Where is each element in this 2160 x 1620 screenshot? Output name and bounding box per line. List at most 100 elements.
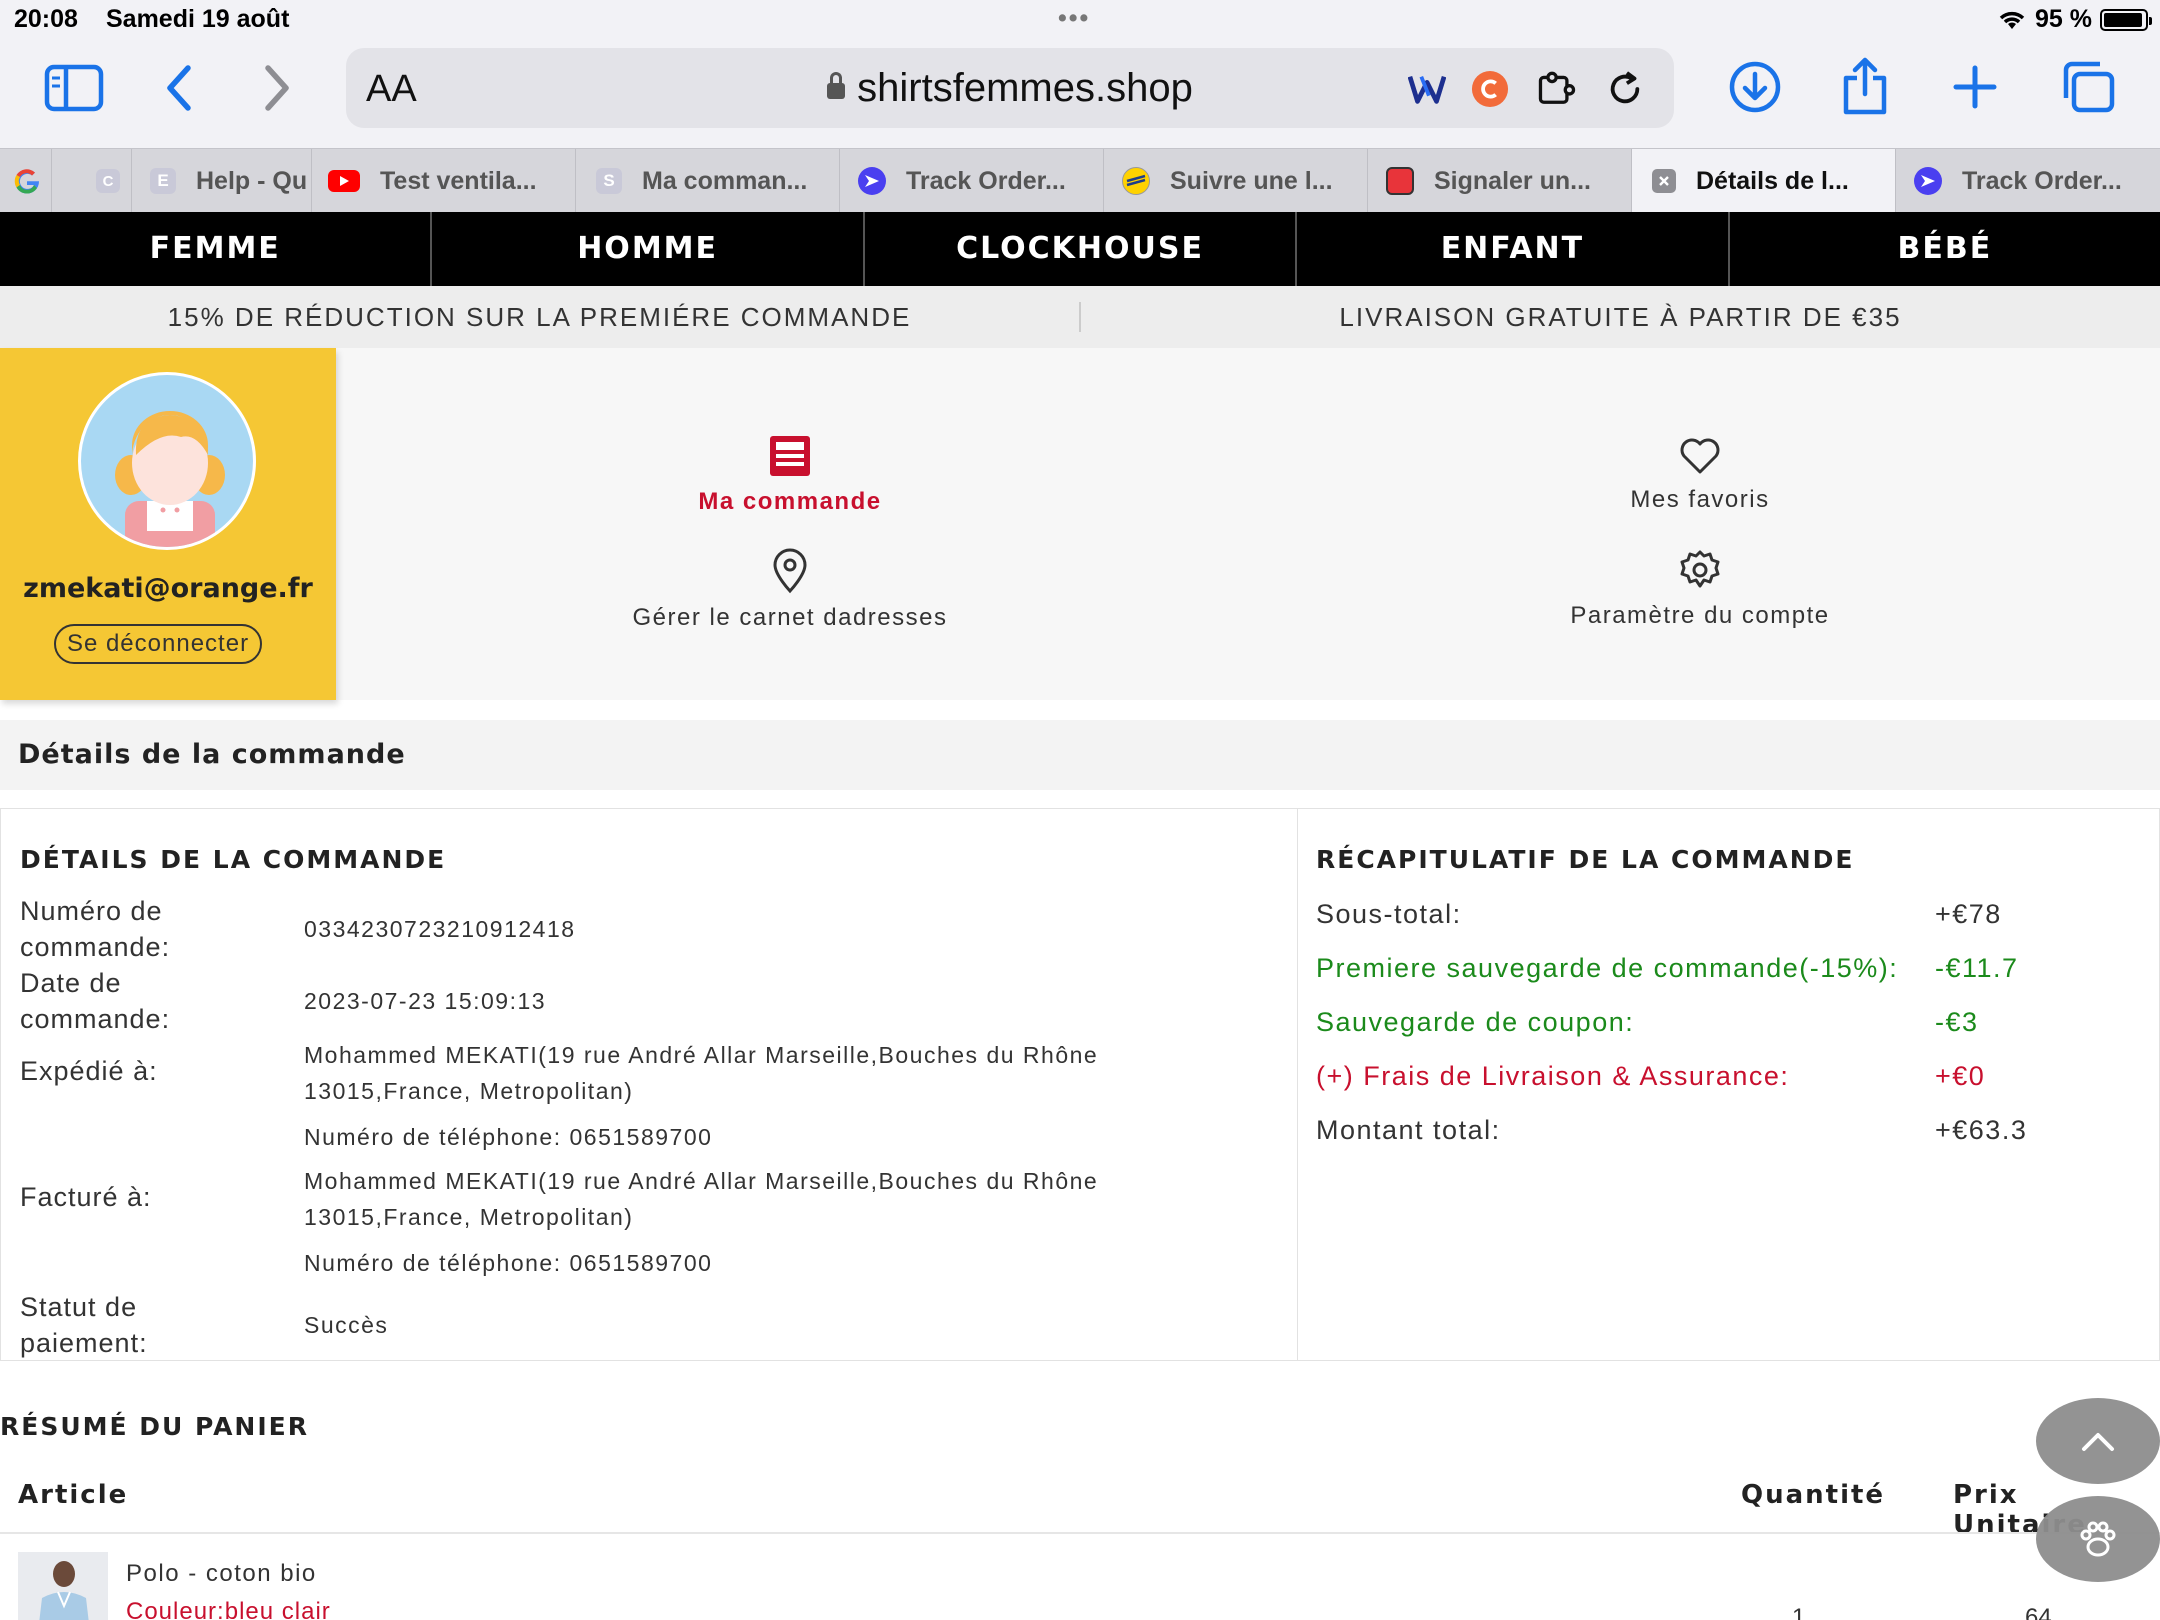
address-bar[interactable]: AA shirtsfemmes.shop (346, 48, 1674, 128)
menu-label: Paramètre du compte (1570, 602, 1830, 629)
download-icon[interactable] (1728, 60, 1782, 114)
menu-address-book[interactable]: Gérer le carnet dadresses (600, 548, 980, 632)
tab-track-order-2[interactable]: Track Order... (1896, 149, 2160, 213)
tab-c[interactable]: C (52, 149, 132, 213)
promo-shipping: LIVRAISON GRATUITE À PARTIR DE €35 (1339, 301, 1902, 332)
site-navigation: FEMME HOMME CLOCKHOUSE ENFANT BÉBÉ (0, 212, 2160, 286)
wifi-icon (1999, 11, 2025, 29)
summary-value: -€11.7 (1935, 953, 2019, 983)
tab-label: Suivre une l... (1170, 166, 1333, 195)
puzzle-extension-icon[interactable] (1538, 70, 1576, 108)
product-quantity: 1 (1792, 1604, 1806, 1620)
chevron-up-icon (2082, 1433, 2114, 1451)
tab-bar: C E Help - Qu Test ventila... S Ma comma… (0, 148, 2160, 213)
summary-value: +€78 (1935, 899, 2002, 929)
summary-label: Sauvegarde de coupon: (1316, 1007, 1635, 1037)
summary-label: Premiere sauvegarde de commande(-15%): (1316, 953, 1899, 983)
summary-label: (+) Frais de Livraison & Assurance: (1316, 1061, 1790, 1091)
tab-label: Track Order... (1962, 166, 2122, 195)
product-unit-price: 64 (2025, 1604, 2052, 1620)
menu-label: Gérer le carnet dadresses (632, 604, 948, 631)
w-extension-icon[interactable] (1408, 70, 1446, 108)
payment-status-label: Statut de paiement: (20, 1292, 148, 1358)
product-thumbnail[interactable] (18, 1552, 108, 1620)
product-name[interactable]: Polo - coton bio (126, 1560, 317, 1588)
close-icon[interactable] (1652, 169, 1676, 193)
laposte-icon (1122, 167, 1150, 195)
status-bar: 20:08 Samedi 19 août ••• 95 % (0, 0, 2160, 40)
tab-help[interactable]: E Help - Qu (132, 149, 312, 213)
scroll-to-top-button[interactable] (2036, 1398, 2160, 1484)
shipped-address-line1: Mohammed MEKATI(19 rue André Allar Marse… (304, 1042, 1099, 1068)
nav-clockhouse[interactable]: CLOCKHOUSE (865, 212, 1298, 286)
product-color: Couleur:bleu clair (126, 1598, 331, 1620)
back-icon[interactable] (160, 62, 200, 114)
status-date: Samedi 19 août (106, 5, 290, 33)
summary-label: Montant total: (1316, 1115, 1501, 1145)
track-icon (1914, 167, 1942, 195)
payment-status: Succès (304, 1312, 389, 1338)
cart-divider (0, 1532, 2160, 1534)
user-email: zmekati@orange.fr (23, 573, 313, 604)
tab-details-commande[interactable]: Détails de l... (1632, 149, 1896, 213)
page-title: Détails de la commande (0, 720, 2160, 790)
nav-femme[interactable]: FEMME (0, 212, 433, 286)
signal-icon (1386, 167, 1414, 195)
lock-icon (827, 72, 846, 99)
profile-card: zmekati@orange.fr Se déconnecter (0, 348, 336, 700)
location-pin-icon (773, 548, 807, 594)
promo-discount: 15% DE RÉDUCTION SUR LA PREMIÉRE COMMAND… (167, 301, 912, 332)
youtube-icon (328, 170, 360, 192)
status-time: 20:08 (14, 5, 78, 33)
menu-my-orders[interactable]: Ma commande (660, 434, 920, 516)
coupon-extension-icon[interactable] (1471, 70, 1509, 108)
browser-toolbar: AA shirtsfemmes.shop (0, 40, 2160, 148)
tab-label: Signaler un... (1434, 166, 1591, 195)
order-summary-column: RÉCAPITULATIF DE LA COMMANDE Sous-total:… (1298, 809, 2159, 1360)
billed-phone: Numéro de téléphone: 0651589700 (304, 1250, 713, 1276)
order-number-label: Numéro de commande: (20, 896, 171, 962)
summary-value: +€0 (1935, 1061, 1986, 1091)
track-icon (858, 167, 886, 195)
billed-address-line1: Mohammed MEKATI(19 rue André Allar Marse… (304, 1168, 1099, 1194)
forward-icon[interactable] (256, 62, 296, 114)
tab-track-order[interactable]: Track Order... (840, 149, 1104, 213)
new-tab-icon[interactable] (1950, 62, 2000, 112)
cart-col-quantity: Quantité (1741, 1480, 1886, 1510)
paw-assistant-button[interactable] (2036, 1496, 2160, 1582)
tab-label: Help - Qu (196, 166, 308, 195)
battery-percent: 95 % (2035, 5, 2092, 33)
multitasking-dots[interactable]: ••• (1058, 4, 1090, 33)
tab-label: Track Order... (906, 166, 1066, 195)
tab-signaler[interactable]: Signaler un... (1368, 149, 1632, 213)
order-icon (770, 436, 810, 476)
details-title: DÉTAILS DE LA COMMANDE (20, 845, 447, 874)
reload-icon[interactable] (1606, 70, 1644, 108)
promo-banner: 15% DE RÉDUCTION SUR LA PREMIÉRE COMMAND… (0, 286, 2160, 348)
nav-enfant[interactable]: ENFANT (1297, 212, 1730, 286)
cart-summary-title: RÉSUMÉ DU PANIER (0, 1412, 309, 1441)
menu-favorites[interactable]: Mes favoris (1560, 434, 1840, 514)
nav-bebe[interactable]: BÉBÉ (1730, 212, 2160, 286)
nav-homme[interactable]: HOMME (432, 212, 865, 286)
tab-suivre[interactable]: Suivre une l... (1104, 149, 1368, 213)
e-icon: E (150, 168, 176, 194)
tab-youtube[interactable]: Test ventila... (312, 149, 576, 213)
sidebar-toggle-icon[interactable] (44, 64, 104, 112)
tab-google[interactable] (0, 149, 52, 213)
summary-label: Sous-total: (1316, 899, 1462, 929)
logout-button[interactable]: Se déconnecter (54, 624, 262, 664)
menu-account-settings[interactable]: Paramètre du compte (1530, 548, 1870, 630)
gear-icon (1680, 550, 1720, 588)
cart-col-article: Article (18, 1480, 129, 1510)
share-icon[interactable] (1840, 56, 1890, 116)
avatar (78, 372, 256, 550)
tab-label: Ma comman... (642, 166, 808, 195)
summary-value: -€3 (1935, 1007, 1979, 1037)
tab-overview-icon[interactable] (2060, 60, 2116, 114)
s-icon: S (596, 168, 622, 194)
menu-label: Mes favoris (1630, 486, 1770, 513)
order-date-label: Date de commande: (20, 968, 171, 1034)
billed-to-label: Facturé à: (20, 1182, 152, 1212)
tab-ma-commande[interactable]: S Ma comman... (576, 149, 840, 213)
